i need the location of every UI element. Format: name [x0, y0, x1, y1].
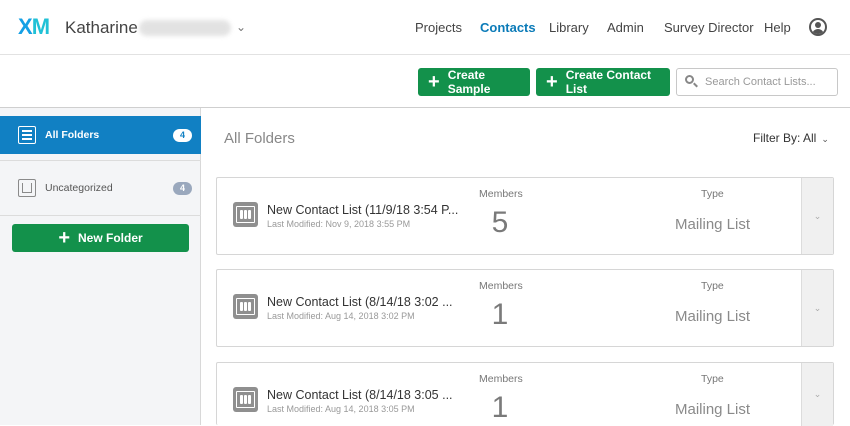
expand-chevron-icon[interactable]: ⌄ [801, 363, 833, 426]
members-count: 1 [491, 391, 509, 424]
create-sample-button[interactable]: + Create Sample [418, 68, 530, 96]
chevron-down-icon: ⌄ [821, 134, 829, 144]
new-folder-label: New Folder [78, 231, 143, 245]
list-modified: Last Modified: Aug 14, 2018 3:02 PM [267, 311, 415, 321]
list-name[interactable]: New Contact List (11/9/18 3:54 P... [267, 203, 458, 217]
contact-list-card[interactable]: New Contact List (8/14/18 3:02 ... Last … [216, 269, 834, 347]
logo-m: M [31, 14, 50, 39]
logo-x: X [18, 14, 33, 39]
type-label: Type [701, 280, 724, 292]
nav-library[interactable]: Library [549, 20, 589, 35]
user-icon[interactable] [809, 18, 827, 36]
list-modified: Last Modified: Nov 9, 2018 3:55 PM [267, 219, 411, 229]
filter-label: Filter By: All [753, 131, 817, 145]
create-contact-list-label: Create Contact List [565, 68, 652, 96]
folder-all-folders[interactable]: All Folders 4 [0, 116, 201, 154]
list-type: Mailing List [675, 216, 751, 233]
redacted-surname [139, 20, 231, 36]
page-title: All Folders [224, 130, 295, 147]
search-input[interactable]: Search Contact Lists... [676, 68, 838, 96]
chevron-down-icon[interactable]: ⌄ [236, 20, 246, 34]
folder-uncategorized[interactable]: Uncategorized 4 [0, 160, 201, 216]
plus-icon: + [428, 71, 440, 93]
members-count: 1 [491, 298, 509, 331]
folder-sidebar: All Folders 4 Uncategorized 4 + New Fold… [0, 108, 201, 425]
folder-label: Uncategorized [45, 182, 113, 194]
nav-survey-director[interactable]: Survey Director [664, 20, 754, 35]
new-folder-button[interactable]: + New Folder [12, 224, 189, 252]
search-icon [685, 75, 699, 89]
nav-projects[interactable]: Projects [415, 20, 462, 35]
list-type: Mailing List [675, 308, 751, 325]
members-label: Members [479, 188, 523, 200]
folder-icon [18, 179, 36, 197]
members-count: 5 [491, 206, 509, 239]
folder-count-badge: 4 [173, 128, 192, 142]
plus-icon: + [546, 71, 558, 93]
nav-contacts[interactable]: Contacts [480, 20, 536, 35]
top-nav: XM Katharine ⌄ Projects Contacts Library… [0, 0, 850, 55]
list-type: Mailing List [675, 401, 751, 418]
contact-list-icon [233, 387, 258, 412]
members-label: Members [479, 280, 523, 292]
members-label: Members [479, 373, 523, 385]
list-modified: Last Modified: Aug 14, 2018 3:05 PM [267, 404, 415, 414]
xm-logo[interactable]: XM [18, 14, 50, 40]
user-name[interactable]: Katharine [65, 18, 138, 38]
contact-list-icon [233, 202, 258, 227]
search-placeholder: Search Contact Lists... [705, 76, 816, 88]
nav-admin[interactable]: Admin [607, 20, 644, 35]
expand-chevron-icon[interactable]: ⌄ [801, 270, 833, 346]
expand-chevron-icon[interactable]: ⌄ [801, 178, 833, 254]
type-label: Type [701, 188, 724, 200]
list-name[interactable]: New Contact List (8/14/18 3:05 ... [267, 388, 453, 402]
plus-icon: + [58, 227, 70, 249]
create-contact-list-button[interactable]: + Create Contact List [536, 68, 670, 96]
contact-list-icon [233, 294, 258, 319]
type-label: Type [701, 373, 724, 385]
folder-list-icon [18, 126, 36, 144]
toolbar: + Create Sample + Create Contact List Se… [0, 55, 850, 108]
create-sample-label: Create Sample [447, 68, 491, 96]
folder-count-badge: 4 [173, 181, 192, 195]
folder-label: All Folders [45, 129, 100, 141]
list-name[interactable]: New Contact List (8/14/18 3:02 ... [267, 295, 453, 309]
contact-list-card[interactable]: New Contact List (8/14/18 3:05 ... Last … [216, 362, 834, 426]
nav-help[interactable]: Help [764, 20, 791, 35]
contact-list-card[interactable]: New Contact List (11/9/18 3:54 P... Last… [216, 177, 834, 255]
filter-dropdown[interactable]: Filter By: All ⌄ [753, 131, 829, 145]
